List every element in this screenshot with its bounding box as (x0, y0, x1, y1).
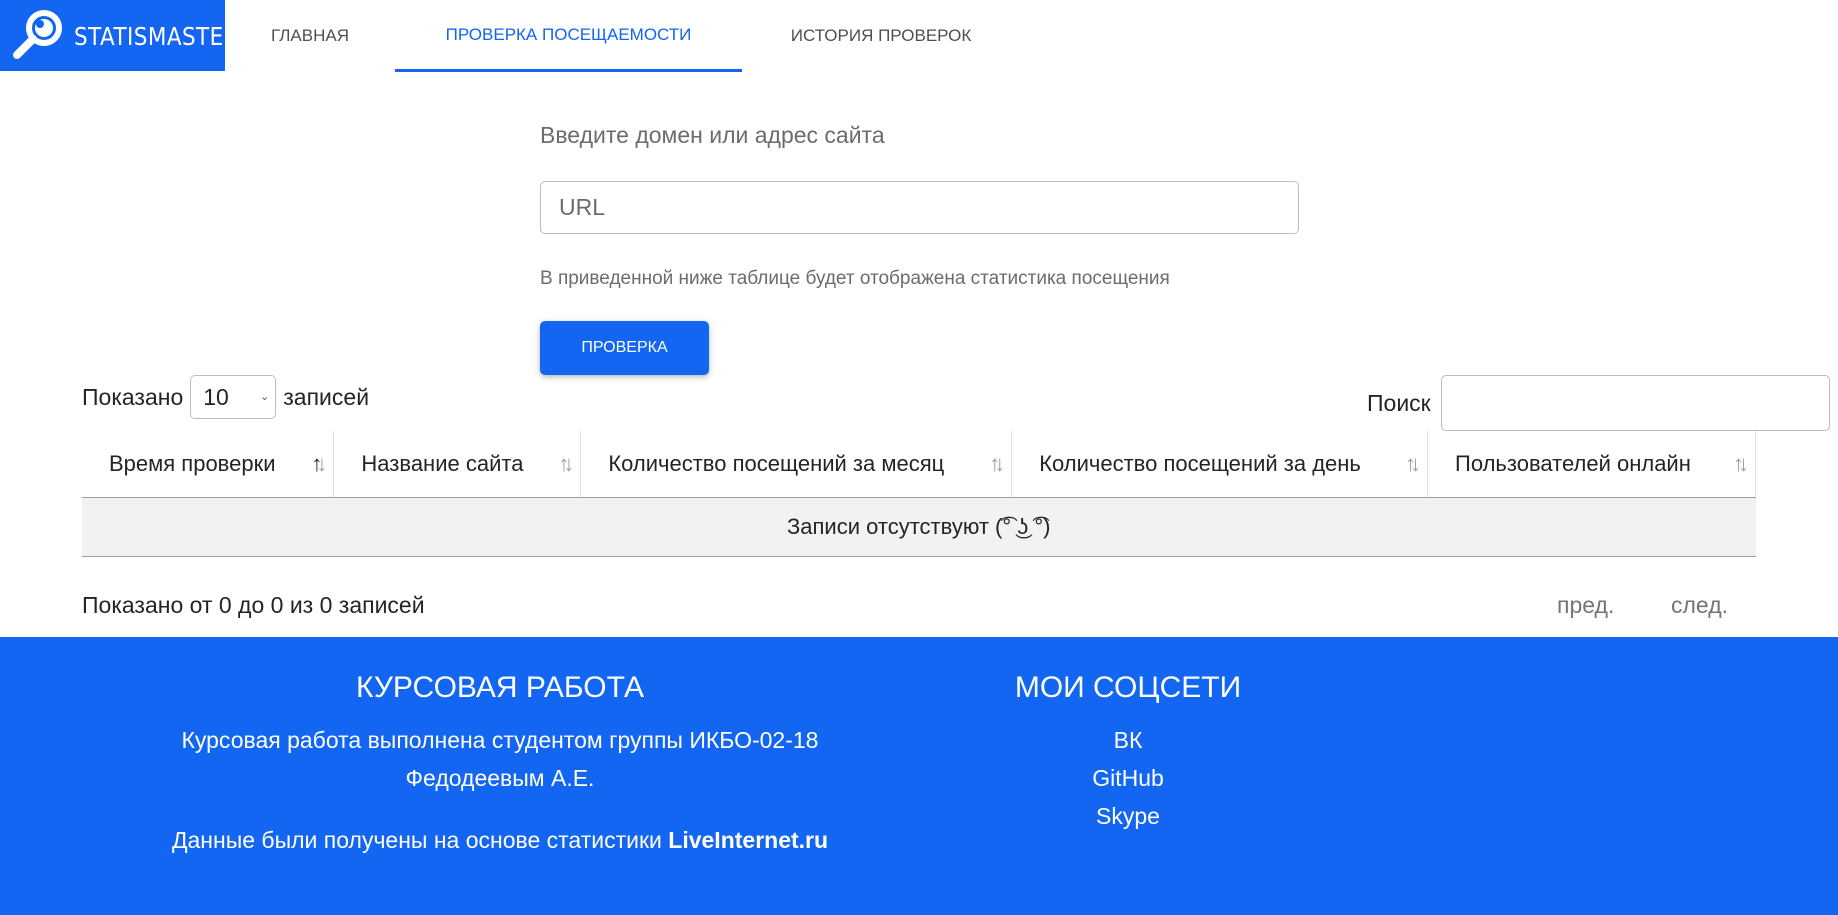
url-input[interactable] (540, 181, 1299, 234)
footer-source-prefix: Данные были получены на основе статистик… (171, 827, 669, 853)
column-header-visits-day[interactable]: Количество посещений за день ↑↓ (1011, 431, 1429, 498)
entries-per-page-value: 10 (203, 383, 229, 410)
social-link-skype[interactable]: Skype (1096, 803, 1160, 829)
table-search: Поиск (1367, 375, 1830, 431)
navbar: STATISMASTER ГЛАВНАЯ ПРОВЕРКА ПОСЕЩАЕМОС… (0, 0, 1838, 72)
column-header-visits-month[interactable]: Количество посещений за месяц ↑↓ (580, 431, 1013, 498)
sort-icon: ↑↓ (1733, 451, 1749, 476)
url-form-label: Введите домен или адрес сайта (540, 122, 885, 148)
length-prefix: Показано (82, 383, 184, 410)
footer: КУРСОВАЯ РАБОТА Курсовая работа выполнен… (0, 637, 1838, 915)
brand-logo[interactable]: STATISMASTER (0, 0, 239, 71)
search-label: Поиск (1367, 389, 1431, 416)
url-form-help: В приведенной ниже таблице будет отображ… (540, 268, 1170, 289)
sort-icon: ↑↓ (989, 451, 1005, 476)
length-suffix: записей (283, 383, 370, 410)
table-info: Показано от 0 до 0 из 0 записей (82, 592, 425, 618)
table-row: Записи отсутствуют (͡° ͜ʖ ͡°) (82, 497, 1756, 557)
entries-per-page-select[interactable]: 10 ⌄ (190, 375, 277, 419)
column-header-site-name[interactable]: Название сайта ↑↓ (333, 431, 582, 498)
nav-home[interactable]: ГЛАВНАЯ (225, 0, 395, 72)
liveinternet-link[interactable]: LiveInternet.ru (668, 827, 828, 853)
magnifier-logo-icon (13, 10, 62, 59)
brand-name: STATISMASTER (74, 22, 239, 51)
table-length-control: Показано 10 ⌄ записей (82, 375, 369, 419)
social-link-github[interactable]: GitHub (1092, 765, 1164, 791)
empty-table-message: Записи отсутствуют (͡° ͜ʖ ͡°) (82, 497, 1756, 557)
footer-social-title: МОИ СОЦСЕТИ (1014, 671, 1242, 704)
nav-attendance-check[interactable]: ПРОВЕРКА ПОСЕЩАЕМОСТИ (395, 0, 742, 72)
nav-check-history[interactable]: ИСТОРИЯ ПРОВЕРОК (742, 0, 1020, 72)
column-header-label: Пользователей онлайн (1455, 450, 1691, 476)
social-link-vk[interactable]: ВК (1114, 727, 1143, 753)
sort-icon: ↑↓ (311, 451, 327, 476)
footer-course-line2: Федодеевым А.Е. (405, 765, 595, 791)
check-button[interactable]: ПРОВЕРКА (540, 321, 709, 375)
footer-course-title: КУРСОВАЯ РАБОТА (356, 671, 644, 704)
column-header-label: Количество посещений за день (1039, 450, 1361, 476)
column-header-check-time[interactable]: Время проверки ↑↓ (82, 431, 335, 498)
column-header-users-online[interactable]: Пользователей онлайн ↑↓ (1427, 431, 1756, 498)
sort-icon: ↑↓ (1405, 451, 1421, 476)
stats-table: Время проверки ↑↓ Название сайта ↑↓ Коли… (82, 431, 1756, 557)
column-header-label: Название сайта (361, 450, 524, 476)
column-header-label: Время проверки (109, 450, 276, 476)
footer-course-line1: Курсовая работа выполнена студентом груп… (181, 727, 819, 753)
footer-source: Данные были получены на основе статистик… (0, 827, 1000, 854)
chevron-down-icon: ⌄ (260, 391, 270, 403)
column-header-label: Количество посещений за месяц (608, 450, 945, 476)
search-input[interactable] (1440, 375, 1830, 431)
table-header-row: Время проверки ↑↓ Название сайта ↑↓ Коли… (82, 431, 1756, 498)
sort-icon: ↑↓ (558, 451, 574, 476)
pagination-next[interactable]: след. (1671, 592, 1728, 619)
pagination-previous[interactable]: пред. (1557, 592, 1614, 619)
